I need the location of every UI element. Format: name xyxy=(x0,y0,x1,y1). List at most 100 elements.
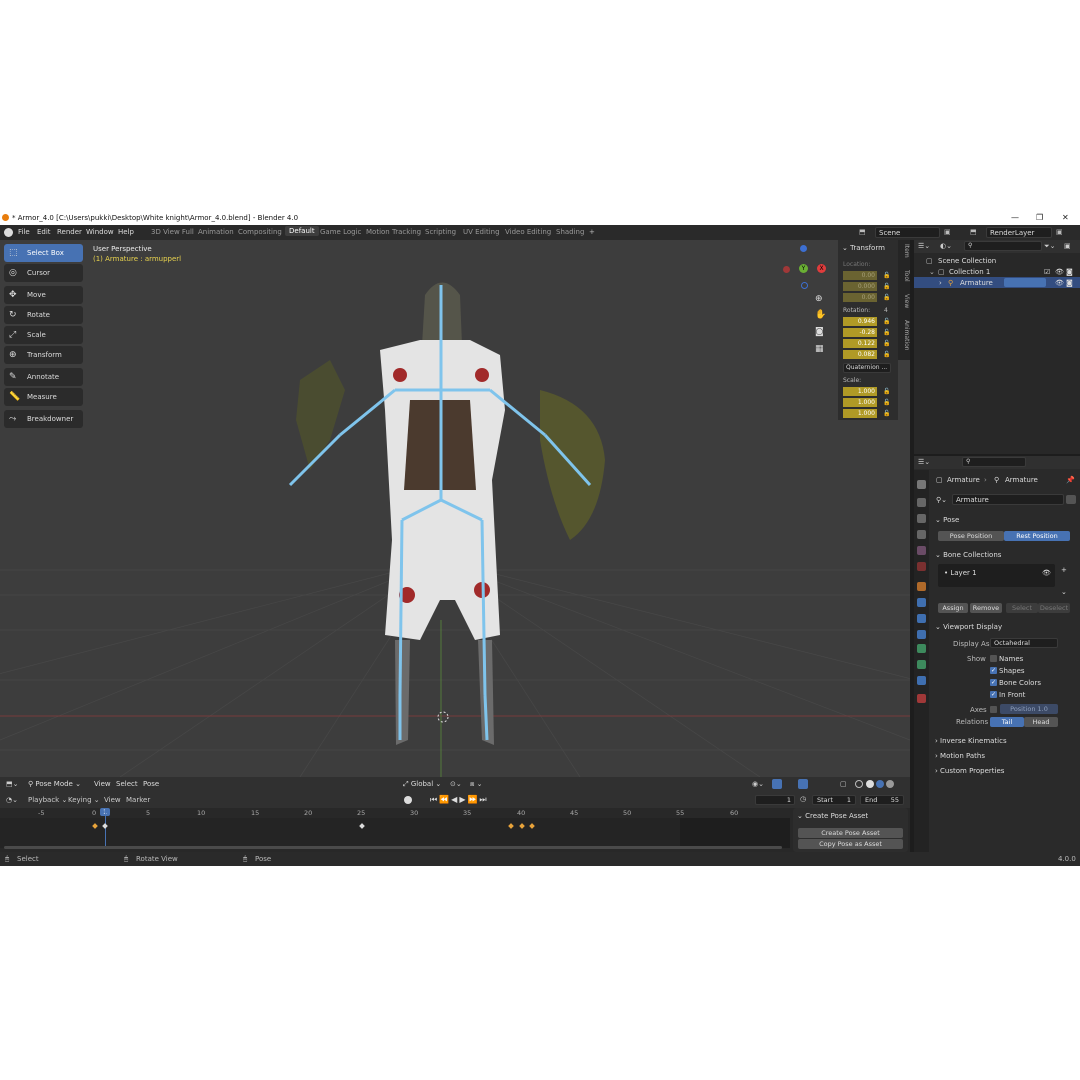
3d-cursor[interactable] xyxy=(437,711,449,723)
bone-constraints-tab-icon[interactable] xyxy=(917,676,926,685)
data-block-icon[interactable]: ⚲⌄ xyxy=(936,496,947,504)
scale-y[interactable]: 1.000 xyxy=(843,398,877,407)
solid-shading-icon[interactable] xyxy=(866,780,874,788)
tab-motion-tracking[interactable]: Motion Tracking xyxy=(366,228,421,236)
create-pose-asset-button[interactable]: Create Pose Asset xyxy=(798,828,903,838)
close-button[interactable]: ✕ xyxy=(1062,213,1069,222)
keyframe[interactable] xyxy=(529,823,535,829)
scale-x[interactable]: 1.000 xyxy=(843,387,877,396)
lock-icon[interactable]: 🔓 xyxy=(883,294,890,301)
display-as-dropdown[interactable]: Octahedral xyxy=(990,638,1058,648)
grid-view-icon[interactable]: ▦ xyxy=(815,344,824,354)
menu-window[interactable]: Window xyxy=(86,228,114,236)
timeline-editor-icon[interactable]: ◔⌄ xyxy=(6,796,18,804)
navigation-gizmo[interactable]: X Y xyxy=(782,244,830,292)
tool-scale[interactable]: ⤢ Scale xyxy=(4,326,83,344)
rotation-mode-dropdown[interactable]: Quaternion ... xyxy=(843,363,891,373)
menu-timeline-view[interactable]: View xyxy=(104,796,121,804)
knight-model[interactable] xyxy=(296,282,605,746)
tab-scripting[interactable]: Scripting xyxy=(425,228,456,236)
render-tab-icon[interactable] xyxy=(917,498,926,507)
timeline-scrollbar[interactable] xyxy=(4,846,782,849)
camera-icon[interactable]: ◙ xyxy=(815,327,824,337)
motion-paths-header[interactable]: › Motion Paths xyxy=(935,752,985,760)
tool-measure[interactable]: 📏 Measure xyxy=(4,388,83,406)
xray-icon[interactable]: ▢ xyxy=(840,780,847,788)
tool-tab-icon[interactable] xyxy=(917,480,926,489)
display-mode-icon[interactable]: ◐⌄ xyxy=(940,242,952,250)
snap-icon[interactable]: ⧈ ⌄ xyxy=(470,780,483,789)
tab-compositing[interactable]: Compositing xyxy=(238,228,282,236)
modifiers-tab-icon[interactable] xyxy=(917,598,926,607)
in-front-checkbox[interactable]: ✓ xyxy=(990,691,997,698)
expand-arrow-icon[interactable]: ⌄ xyxy=(929,268,935,276)
scene-collection-label[interactable]: Scene Collection xyxy=(938,257,996,265)
armature-data-tab-icon[interactable] xyxy=(917,644,926,653)
select-bones-button[interactable]: Select xyxy=(1006,603,1038,613)
menu-view[interactable]: View xyxy=(94,780,111,788)
eye-icon[interactable]: 👁 xyxy=(1055,268,1064,276)
pivot-icon[interactable]: ⊙⌄ xyxy=(450,780,462,788)
shapes-checkbox[interactable]: ✓ xyxy=(990,667,997,674)
collection-1-label[interactable]: Collection 1 xyxy=(949,268,990,276)
lock-icon[interactable]: 🔓 xyxy=(883,329,890,336)
tab-default[interactable]: Default xyxy=(285,226,319,236)
assign-button[interactable]: Assign xyxy=(938,603,968,613)
head-button[interactable]: Head xyxy=(1024,717,1058,727)
view-layer-selector[interactable]: RenderLayer xyxy=(986,227,1052,238)
object-tab-icon[interactable] xyxy=(917,582,926,591)
transform-header[interactable]: ⌄ Transform xyxy=(842,244,885,252)
remove-button[interactable]: Remove xyxy=(970,603,1002,613)
timeline-keyframe-area[interactable] xyxy=(0,808,790,849)
outliner-search-input[interactable]: ⚲ xyxy=(964,241,1042,251)
view-layer-tab-icon[interactable] xyxy=(917,530,926,539)
new-scene-icon[interactable]: ▣ xyxy=(944,228,951,236)
properties-search-input[interactable]: ⚲ xyxy=(962,457,1026,467)
bone-colors-checkbox[interactable]: ✓ xyxy=(990,679,997,686)
end-frame-field[interactable]: End 55 xyxy=(860,795,904,805)
keyframe[interactable] xyxy=(519,823,525,829)
tab-uv-editing[interactable]: UV Editing xyxy=(463,228,500,236)
menu-file[interactable]: File xyxy=(18,228,30,236)
pin-icon[interactable]: 📌 xyxy=(1066,476,1075,484)
armature-name-field[interactable]: Armature xyxy=(952,494,1064,505)
pose-asset-header[interactable]: ⌄ Create Pose Asset xyxy=(797,812,868,820)
gizmo-x-axis[interactable]: X xyxy=(817,264,826,273)
overlay-toggle-icon[interactable] xyxy=(798,779,808,789)
tool-annotate[interactable]: ✎ Annotate xyxy=(4,368,83,386)
frame-ruler[interactable]: -5 0 1 5 10 15 20 25 30 35 40 45 50 55 6… xyxy=(0,808,790,818)
location-z[interactable]: 0.00 xyxy=(843,293,877,302)
lock-icon[interactable]: 🔓 xyxy=(883,272,890,279)
rotation-w[interactable]: 0.946 xyxy=(843,317,877,326)
pose-panel-header[interactable]: ⌄ Pose xyxy=(935,516,959,524)
record-icon[interactable] xyxy=(404,796,412,804)
eye-icon[interactable]: 👁 xyxy=(1055,279,1064,287)
tab-animation-sidebar[interactable]: Animation xyxy=(898,320,910,351)
inverse-kinematics-header[interactable]: › Inverse Kinematics xyxy=(935,737,1007,745)
keyframe[interactable] xyxy=(508,823,514,829)
copy-pose-as-asset-button[interactable]: Copy Pose as Asset xyxy=(798,839,903,849)
names-checkbox[interactable] xyxy=(990,655,997,662)
physics-tab-icon[interactable] xyxy=(917,614,926,623)
add-collection-icon[interactable]: + xyxy=(1061,566,1067,574)
armature-data-icons[interactable] xyxy=(1004,278,1046,287)
axes-checkbox[interactable] xyxy=(990,706,997,713)
bone-tab-icon[interactable] xyxy=(917,660,926,669)
scene-tab-icon[interactable] xyxy=(917,546,926,555)
menu-pose[interactable]: Pose xyxy=(143,780,159,788)
menu-select[interactable]: Select xyxy=(116,780,138,788)
eye-icon[interactable]: 👁 xyxy=(1042,569,1051,577)
scene-selector[interactable]: Scene xyxy=(875,227,940,238)
lock-icon[interactable]: 🔓 xyxy=(883,388,890,395)
tool-transform[interactable]: ⊕ Transform xyxy=(4,346,83,364)
menu-render[interactable]: Render xyxy=(57,228,82,236)
keyframe[interactable] xyxy=(359,823,365,829)
bone-collection-item[interactable]: • Layer 1 xyxy=(944,569,977,577)
world-tab-icon[interactable] xyxy=(917,562,926,571)
constraints-tab-icon[interactable] xyxy=(917,630,926,639)
outliner-editor-icon[interactable]: ☰⌄ xyxy=(918,242,930,250)
deselect-bones-button[interactable]: Deselect xyxy=(1038,603,1070,613)
zoom-icon[interactable]: ⊕ xyxy=(815,294,823,304)
camera-render-icon[interactable]: ◙ xyxy=(1066,279,1073,287)
menu-keying[interactable]: Keying ⌄ xyxy=(68,796,100,804)
